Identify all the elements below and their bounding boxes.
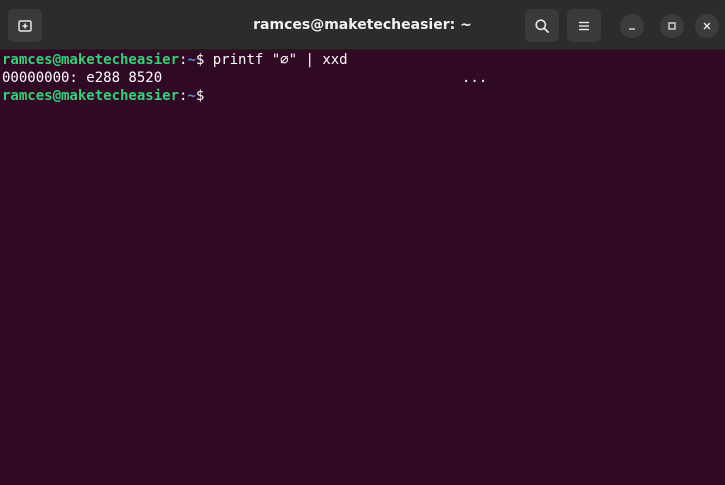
close-icon [703, 22, 711, 30]
prompt-symbol: $ [195, 88, 205, 104]
new-tab-icon [18, 19, 32, 32]
prompt-symbol: $ [195, 52, 213, 68]
window-title: ramces@maketecheasier: ~ [253, 17, 472, 33]
prompt-path: ~ [187, 88, 196, 104]
prompt-path: ~ [187, 52, 196, 68]
maximize-button[interactable] [660, 14, 684, 38]
new-tab-button[interactable] [8, 9, 42, 42]
output-line: 00000000: e288 8520... [2, 69, 725, 87]
maximize-icon [668, 22, 676, 30]
search-icon [535, 18, 549, 33]
terminal-window: ramces@maketecheasier: ~ ramces@maketech… [0, 0, 725, 485]
hexdump-output: 00000000: e288 8520 [2, 70, 163, 86]
minimize-icon [629, 28, 635, 30]
menu-button[interactable] [567, 9, 601, 42]
prompt-user-host: ramces@maketecheasier [2, 88, 180, 104]
terminal-output-area[interactable]: ramces@maketecheasier:~$ printf "∅" | xx… [0, 51, 725, 485]
close-button[interactable] [695, 14, 719, 38]
search-button[interactable] [525, 9, 559, 42]
hexdump-ascii: ... [462, 70, 488, 86]
minimize-button[interactable] [620, 14, 644, 38]
hamburger-menu-icon [579, 21, 589, 30]
command-text: printf "∅" | xxd [212, 52, 348, 68]
prompt-line: ramces@maketecheasier:~$ [2, 87, 725, 105]
prompt-user-host: ramces@maketecheasier [2, 52, 180, 68]
prompt-line: ramces@maketecheasier:~$ printf "∅" | xx… [2, 51, 725, 69]
header-bar: ramces@maketecheasier: ~ [0, 0, 725, 50]
